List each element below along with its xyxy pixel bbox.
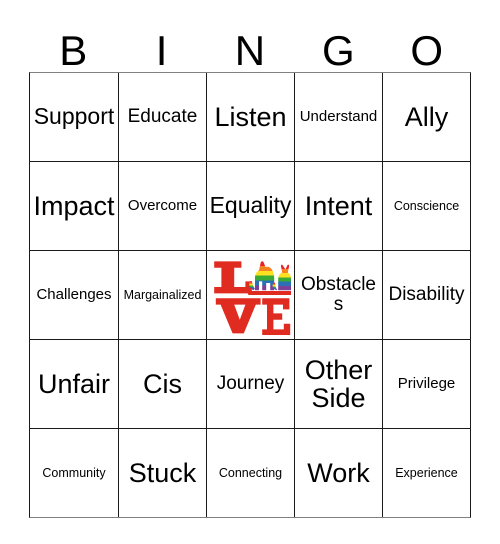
bingo-cell[interactable]: Conscience [382, 162, 470, 250]
bingo-cell-label: Disability [388, 284, 465, 306]
bingo-cell-label: Connecting [218, 465, 283, 480]
bingo-cell-label: Cis [143, 368, 182, 399]
bingo-cell-label: Equality [209, 192, 292, 219]
bingo-header-letter-o: O [410, 27, 444, 74]
bingo-cell[interactable]: Impact [30, 162, 118, 250]
bingo-cell-label: Stuck [128, 457, 197, 488]
bingo-cell-label: Journey [216, 373, 285, 395]
bingo-cell-label: Impact [33, 190, 115, 221]
bingo-cell[interactable]: Margainalized [118, 251, 206, 339]
bingo-cell[interactable]: Overcome [118, 162, 206, 250]
bingo-row: Community Stuck Connecting Work Experien… [30, 428, 470, 517]
bingo-cell[interactable]: Equality [206, 162, 294, 250]
bingo-cell[interactable]: Disability [382, 251, 470, 339]
bingo-header-letter-n: N [234, 27, 266, 74]
bingo-cell-label: Support [33, 103, 115, 130]
bingo-cell[interactable]: Understand [294, 73, 382, 161]
bingo-cell-label: Other Side [304, 354, 373, 413]
bingo-card: B I N G O Support Educate Listen Underst… [29, 14, 471, 518]
bingo-cell-label: Unfair [37, 368, 111, 399]
bingo-cell[interactable]: Journey [206, 340, 294, 428]
bingo-header: B I N G O [29, 14, 471, 72]
bingo-cell-label: Privilege [397, 375, 456, 393]
bingo-cell-label: Obstacles [301, 274, 376, 315]
bingo-cell-label: Intent [304, 190, 373, 221]
bingo-cell[interactable]: Ally [382, 73, 470, 161]
bingo-row: Unfair Cis Journey Other Side Privilege [30, 339, 470, 428]
bingo-cell[interactable]: Stuck [118, 429, 206, 517]
bingo-cell-label: Conscience [393, 198, 460, 213]
bingo-cell[interactable]: Educate [118, 73, 206, 161]
bingo-header-cell: I [117, 14, 205, 72]
rainbow-love-dog-cat-icon [211, 255, 291, 335]
bingo-cell-label: Margainalized [123, 287, 202, 302]
bingo-cell-label: Challenges [36, 286, 112, 304]
bingo-cell-label: Ally [404, 101, 449, 132]
bingo-cell[interactable]: Experience [382, 429, 470, 517]
bingo-row: Support Educate Listen Understand Ally [30, 73, 470, 161]
bingo-row: Impact Overcome Equality Intent Conscien… [30, 161, 470, 250]
bingo-cell[interactable]: Work [294, 429, 382, 517]
bingo-cell[interactable]: Unfair [30, 340, 118, 428]
bingo-header-cell: G [294, 14, 382, 72]
bingo-header-letter-i: I [155, 27, 168, 74]
bingo-cell[interactable]: Challenges [30, 251, 118, 339]
bingo-cell[interactable]: Intent [294, 162, 382, 250]
bingo-cell[interactable]: Support [30, 73, 118, 161]
bingo-free-space-cell[interactable] [206, 251, 294, 339]
bingo-cell-label: Listen [214, 101, 287, 132]
bingo-cell-label: Community [42, 465, 106, 480]
bingo-cell[interactable]: Community [30, 429, 118, 517]
bingo-cell-label: Experience [395, 465, 458, 480]
bingo-header-letter-b: B [59, 27, 88, 74]
bingo-header-cell: O [383, 14, 471, 72]
bingo-cell[interactable]: Other Side [294, 340, 382, 428]
bingo-cell[interactable]: Obstacles [294, 251, 382, 339]
bingo-cell[interactable]: Connecting [206, 429, 294, 517]
bingo-header-cell: B [29, 14, 117, 72]
bingo-row: Challenges Margainalized Obstacles Disab… [30, 250, 470, 339]
bingo-grid: Support Educate Listen Understand Ally I… [29, 72, 471, 518]
bingo-cell[interactable]: Cis [118, 340, 206, 428]
bingo-cell[interactable]: Privilege [382, 340, 470, 428]
bingo-header-letter-g: G [322, 27, 355, 74]
bingo-cell-label: Understand [299, 108, 378, 126]
bingo-cell[interactable]: Listen [206, 73, 294, 161]
bingo-cell-label: Overcome [127, 197, 198, 215]
bingo-cell-label: Educate [127, 106, 198, 128]
bingo-cell-label: Work [307, 457, 370, 488]
bingo-header-cell: N [206, 14, 294, 72]
